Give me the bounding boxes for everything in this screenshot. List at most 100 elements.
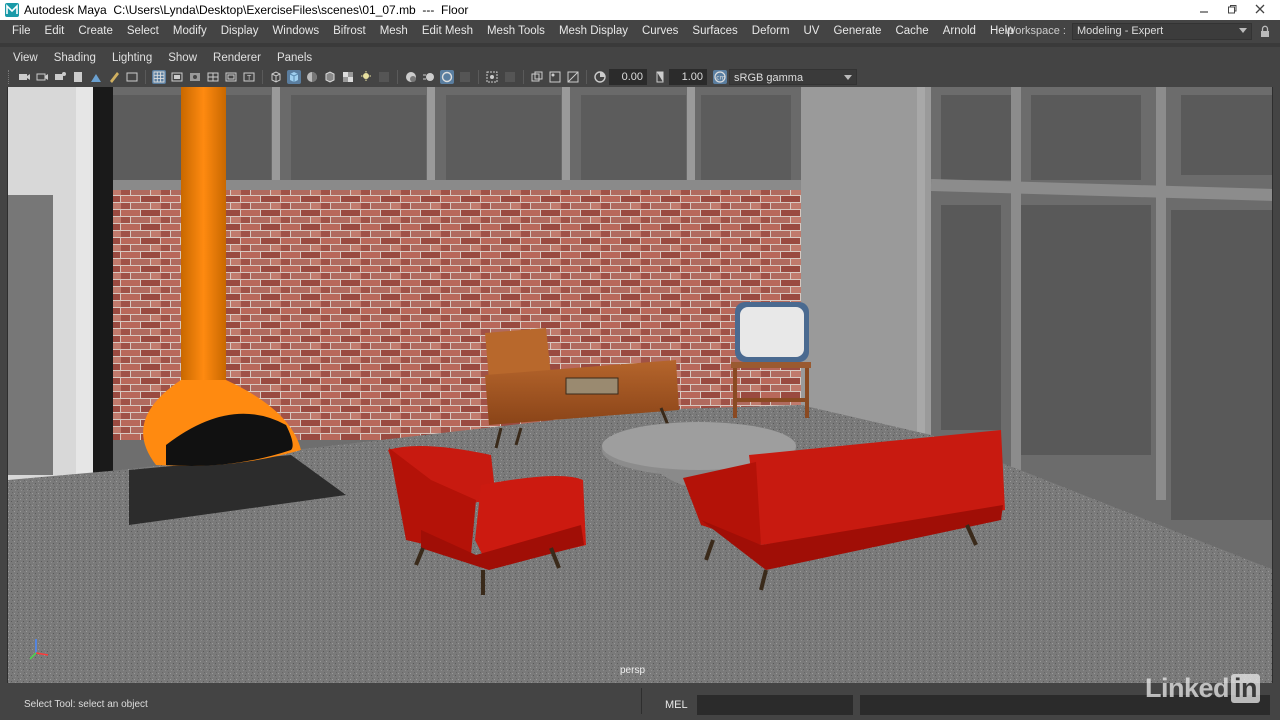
command-line-input[interactable] xyxy=(697,695,853,715)
camera-name-label: persp xyxy=(620,665,646,676)
toolbar-separator xyxy=(523,70,524,84)
panel-menu-lighting[interactable]: Lighting xyxy=(108,52,160,64)
view-transform-icon[interactable]: cm xyxy=(713,70,727,84)
title-bar: Autodesk Maya C:\Users\Lynda\Desktop\Exe… xyxy=(0,0,1280,20)
menu-create[interactable]: Create xyxy=(74,20,120,42)
menu-file[interactable]: File xyxy=(8,20,38,42)
menu-windows[interactable]: Windows xyxy=(268,20,326,42)
workspace-selector: Workspace : Modeling - Expert xyxy=(1005,20,1270,42)
perspective-viewport[interactable]: persp xyxy=(7,87,1273,683)
workspace-value: Modeling - Expert xyxy=(1077,24,1164,37)
backface-culling-icon[interactable] xyxy=(566,70,580,84)
grease-pencil-icon[interactable] xyxy=(107,70,121,84)
shadows-icon[interactable] xyxy=(377,70,391,84)
panel-menu-shading[interactable]: Shading xyxy=(50,52,104,64)
svg-text:cm: cm xyxy=(716,75,725,82)
menu-mesh-tools[interactable]: Mesh Tools xyxy=(483,20,552,42)
gate-mask-icon[interactable] xyxy=(188,70,202,84)
menu-mesh[interactable]: Mesh xyxy=(376,20,415,42)
wireframe-icon[interactable] xyxy=(269,70,283,84)
xray-components-icon[interactable] xyxy=(548,70,562,84)
status-line: Select Tool: select an object MEL xyxy=(0,686,1280,720)
chevron-down-icon xyxy=(844,75,852,80)
color-space-value: sRGB gamma xyxy=(734,72,804,84)
workspace-label: Workspace : xyxy=(1005,25,1066,37)
toolbar-separator xyxy=(262,70,263,84)
depth-of-field-icon[interactable] xyxy=(458,70,472,84)
menu-deform[interactable]: Deform xyxy=(748,20,797,42)
select-camera-icon[interactable] xyxy=(17,70,31,84)
toolbar-grip-icon[interactable] xyxy=(8,70,12,84)
watermark-text: Linked xyxy=(1145,673,1230,703)
xray-joints-icon[interactable] xyxy=(530,70,544,84)
resolution-gate-icon[interactable] xyxy=(170,70,184,84)
close-icon xyxy=(1255,4,1265,14)
menu-separator xyxy=(0,43,1280,47)
camera-attributes-icon[interactable] xyxy=(35,70,49,84)
textured-icon[interactable] xyxy=(341,70,355,84)
field-chart-icon[interactable] xyxy=(206,70,220,84)
menu-display[interactable]: Display xyxy=(217,20,266,42)
panel-menu-view[interactable]: View xyxy=(9,52,46,64)
gamma-field[interactable]: 1.00 xyxy=(669,69,707,85)
scene-render xyxy=(8,87,1272,683)
status-divider xyxy=(641,688,642,714)
watermark-logo-box: in xyxy=(1231,674,1261,703)
workspace-dropdown[interactable]: Modeling - Expert xyxy=(1072,22,1252,40)
panel-menu-renderer[interactable]: Renderer xyxy=(209,52,269,64)
menu-uv[interactable]: UV xyxy=(800,20,827,42)
window-title: Autodesk Maya C:\Users\Lynda\Desktop\Exe… xyxy=(24,3,469,17)
smooth-shade-icon[interactable] xyxy=(287,70,301,84)
color-space-dropdown[interactable]: sRGB gamma xyxy=(729,69,857,85)
panel-toolbar: T 0.00 1.00 cm sRGB gamma xyxy=(0,67,1280,87)
menu-edit-mesh[interactable]: Edit Mesh xyxy=(418,20,480,42)
exposure-icon[interactable] xyxy=(593,70,607,84)
menu-surfaces[interactable]: Surfaces xyxy=(688,20,744,42)
help-line-text: Select Tool: select an object xyxy=(24,699,148,710)
menu-bifrost[interactable]: Bifrost xyxy=(329,20,373,42)
image-plane-icon[interactable] xyxy=(71,70,85,84)
film-gate-icon[interactable] xyxy=(125,70,139,84)
minimize-icon xyxy=(1200,11,1208,13)
toolbar-separator xyxy=(586,70,587,84)
menu-modify[interactable]: Modify xyxy=(169,20,214,42)
toolbar-separator xyxy=(145,70,146,84)
wireframe-on-shaded-icon[interactable] xyxy=(323,70,337,84)
anti-aliasing-icon[interactable] xyxy=(440,70,454,84)
minimize-button[interactable] xyxy=(1190,0,1218,18)
panel-menu-show[interactable]: Show xyxy=(164,52,205,64)
menu-cache[interactable]: Cache xyxy=(891,20,935,42)
menu-select[interactable]: Select xyxy=(123,20,166,42)
toolbar-separator xyxy=(397,70,398,84)
menu-curves[interactable]: Curves xyxy=(638,20,685,42)
default-material-icon[interactable] xyxy=(305,70,319,84)
command-language-toggle[interactable]: MEL xyxy=(665,699,688,711)
maya-logo-icon xyxy=(5,3,19,17)
menu-mesh-display[interactable]: Mesh Display xyxy=(555,20,635,42)
menu-arnold[interactable]: Arnold xyxy=(939,20,983,42)
motion-blur-icon[interactable] xyxy=(422,70,436,84)
safe-title-icon[interactable]: T xyxy=(242,70,256,84)
linkedin-watermark: Linked in xyxy=(1145,673,1261,704)
menu-generate[interactable]: Generate xyxy=(829,20,888,42)
2d-pan-zoom-icon[interactable] xyxy=(89,70,103,84)
use-all-lights-icon[interactable] xyxy=(359,70,373,84)
xray-icon[interactable] xyxy=(503,70,517,84)
restore-icon xyxy=(1228,5,1237,14)
maximize-button[interactable] xyxy=(1218,0,1246,18)
isolate-select-icon[interactable] xyxy=(485,70,499,84)
view-axis-icon xyxy=(29,639,49,660)
panel-menu-panels[interactable]: Panels xyxy=(273,52,320,64)
panel-menu-bar: View Shading Lighting Show Renderer Pane… xyxy=(0,48,1280,68)
menu-edit[interactable]: Edit xyxy=(41,20,72,42)
grid-icon[interactable] xyxy=(152,70,166,84)
lock-icon[interactable] xyxy=(1260,25,1270,38)
svg-text:T: T xyxy=(247,75,252,82)
toolbar-separator xyxy=(478,70,479,84)
exposure-field[interactable]: 0.00 xyxy=(609,69,647,85)
gamma-icon[interactable] xyxy=(653,70,667,84)
bookmarks-icon[interactable] xyxy=(53,70,67,84)
safe-action-icon[interactable] xyxy=(224,70,238,84)
close-button[interactable] xyxy=(1246,0,1274,18)
screen-space-ao-icon[interactable] xyxy=(404,70,418,84)
